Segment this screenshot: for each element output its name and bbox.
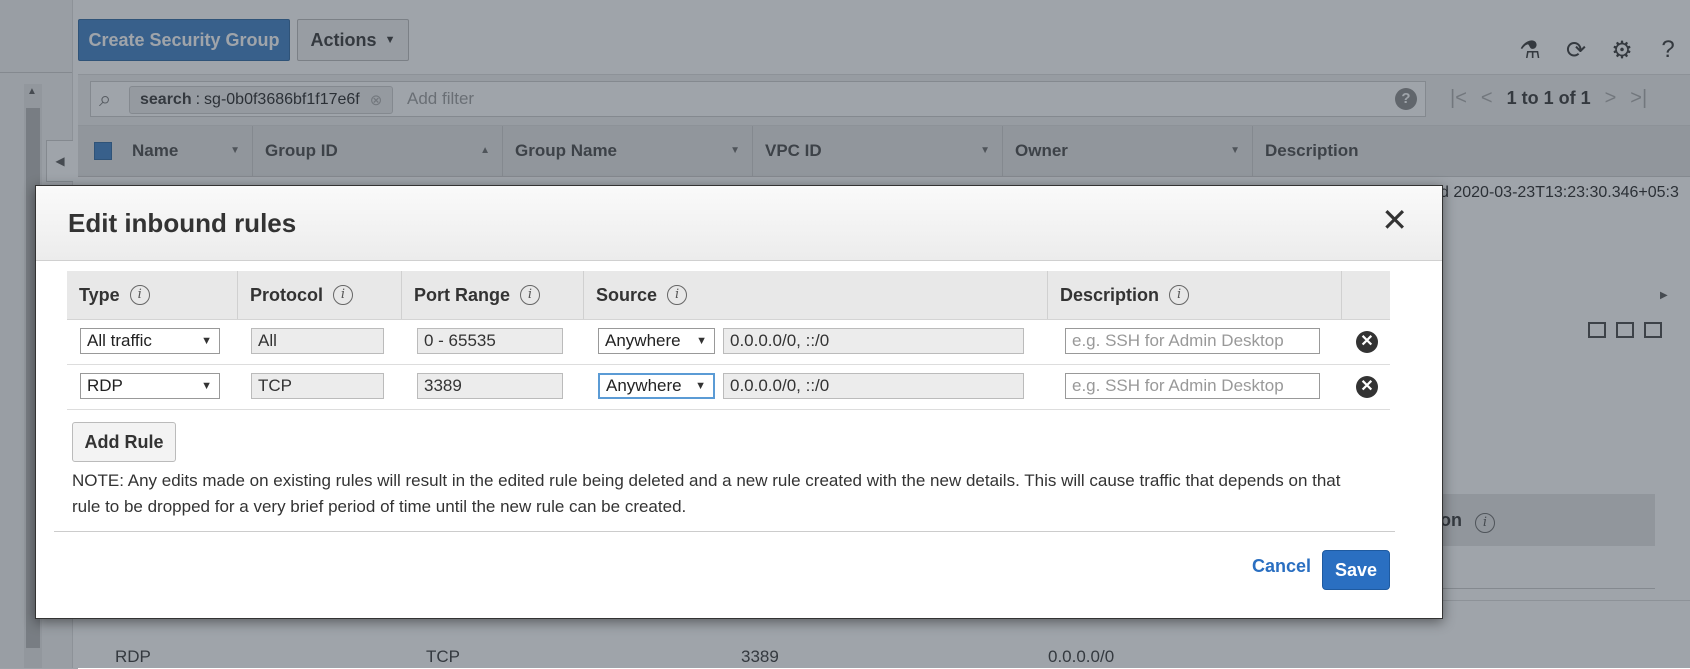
column-actions xyxy=(1341,271,1390,319)
port-range-field: 3389 xyxy=(417,373,563,399)
column-type: Type i xyxy=(67,271,237,319)
delete-rule-icon[interactable]: ✕ xyxy=(1356,331,1378,353)
add-rule-button[interactable]: Add Rule xyxy=(72,422,176,462)
dropdown-arrow-icon: ▼ xyxy=(696,335,707,347)
description-input[interactable]: e.g. SSH for Admin Desktop xyxy=(1065,328,1320,354)
delete-rule-icon[interactable]: ✕ xyxy=(1356,376,1378,398)
type-select[interactable]: RDP ▼ xyxy=(80,373,220,399)
column-protocol: Protocol i xyxy=(237,271,401,319)
source-select-value: Anywhere xyxy=(606,376,682,395)
info-icon[interactable]: i xyxy=(333,285,354,305)
dialog-header: Edit inbound rules ✕ xyxy=(36,186,1442,261)
rule-row: RDP ▼ TCP 3389 Anywhere ▼ 0.0.0.0/0, ::/0 … xyxy=(67,365,1390,410)
dropdown-arrow-icon: ▼ xyxy=(201,335,212,347)
column-protocol-label: Protocol xyxy=(250,284,324,305)
column-port-range: Port Range i xyxy=(401,271,583,319)
close-icon[interactable]: ✕ xyxy=(1381,204,1408,236)
column-source-label: Source xyxy=(596,284,658,305)
type-select-value: All traffic xyxy=(87,331,152,350)
rule-row: All traffic ▼ All 0 - 65535 Anywhere ▼ 0.0… xyxy=(67,320,1390,365)
dropdown-arrow-icon: ▼ xyxy=(201,380,212,392)
rules-table: Type i Protocol i Port Range i Source i Desc… xyxy=(67,271,1390,410)
info-icon[interactable]: i xyxy=(129,285,150,305)
edit-note: NOTE: Any edits made on existing rules w… xyxy=(72,471,1341,516)
save-button[interactable]: Save xyxy=(1322,550,1390,590)
column-description: Description i xyxy=(1047,271,1341,319)
source-select[interactable]: Anywhere ▼ xyxy=(598,373,715,399)
cancel-button[interactable]: Cancel xyxy=(1252,556,1311,577)
description-input[interactable]: e.g. SSH for Admin Desktop xyxy=(1065,373,1320,399)
column-description-label: Description xyxy=(1060,284,1160,305)
type-select-value: RDP xyxy=(87,376,123,395)
edit-inbound-rules-dialog: Edit inbound rules ✕ Type i Protocol i Por… xyxy=(35,185,1443,619)
protocol-field: TCP xyxy=(251,373,384,399)
source-cidr-field: 0.0.0.0/0, ::/0 xyxy=(723,373,1024,399)
type-select[interactable]: All traffic ▼ xyxy=(80,328,220,354)
port-range-field: 0 - 65535 xyxy=(417,328,563,354)
source-cidr-field: 0.0.0.0/0, ::/0 xyxy=(723,328,1024,354)
info-icon[interactable]: i xyxy=(667,285,688,305)
dropdown-arrow-icon: ▼ xyxy=(695,380,706,392)
source-select-value: Anywhere xyxy=(605,331,681,350)
info-icon[interactable]: i xyxy=(520,285,541,305)
column-source: Source i xyxy=(583,271,1047,319)
source-select[interactable]: Anywhere ▼ xyxy=(598,328,715,354)
protocol-field: All xyxy=(251,328,384,354)
column-port-range-label: Port Range xyxy=(414,284,511,305)
dialog-title: Edit inbound rules xyxy=(68,208,297,238)
footer-divider xyxy=(54,531,1395,532)
info-icon[interactable]: i xyxy=(1169,285,1190,305)
rules-table-header: Type i Protocol i Port Range i Source i Desc… xyxy=(67,271,1390,320)
column-type-label: Type xyxy=(79,284,120,305)
